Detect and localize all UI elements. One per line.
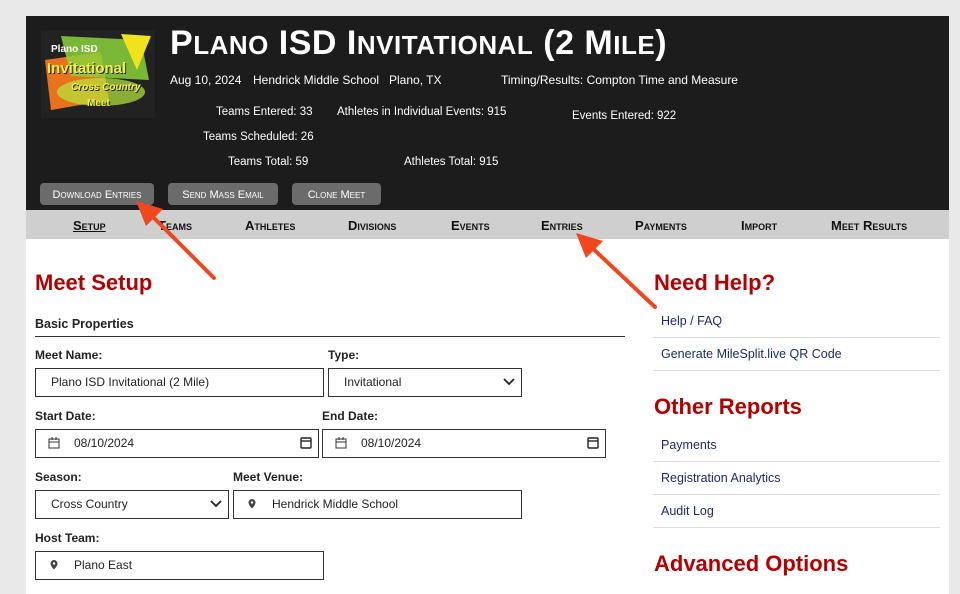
meet-venue-field[interactable]: Hendrick Middle School (233, 490, 522, 519)
calendar-icon (335, 430, 347, 457)
meet-name-field[interactable]: Plano ISD Invitational (2 Mile) (35, 368, 324, 397)
meet-header: Plano ISD Invitational Cross Country Mee… (26, 16, 949, 210)
end-date-field[interactable]: 08/10/2024 (322, 429, 606, 458)
tab-setup[interactable]: Setup (73, 210, 106, 239)
payments-report-link[interactable]: Payments (653, 429, 940, 462)
meet-nav: Setup Teams Athletes Divisions Events En… (26, 210, 949, 239)
registration-analytics-link[interactable]: Registration Analytics (653, 462, 940, 495)
meet-location: Plano, TX (389, 73, 442, 87)
meet-date: Aug 10, 2024 (170, 73, 242, 87)
season-value: Cross Country (51, 497, 128, 511)
tab-entries[interactable]: Entries (541, 210, 583, 239)
logo-text-1: Plano ISD (51, 44, 98, 55)
tab-athletes[interactable]: Athletes (245, 210, 295, 239)
meet-venue-value: Hendrick Middle School (272, 497, 399, 511)
meet-name-value: Plano ISD Invitational (2 Mile) (51, 375, 210, 389)
start-date-field[interactable]: 08/10/2024 (35, 429, 319, 458)
meet-logo: Plano ISD Invitational Cross Country Mee… (41, 30, 155, 118)
end-date-value: 08/10/2024 (361, 436, 422, 450)
end-date-label: End Date: (322, 409, 379, 423)
start-date-value: 08/10/2024 (74, 436, 135, 450)
advanced-options-heading: Advanced Options (654, 551, 849, 576)
help-faq-link[interactable]: Help / FAQ (653, 305, 940, 338)
meet-venue: Hendrick Middle School (253, 73, 380, 87)
calendar-picker-icon[interactable] (586, 430, 600, 457)
tab-events[interactable]: Events (451, 210, 490, 239)
meet-timing: Timing/Results: Compton Time and Measure (501, 73, 738, 87)
meet-venue-label: Meet Venue: (233, 470, 304, 484)
tab-meet-results[interactable]: Meet Results (831, 210, 907, 239)
qr-code-link[interactable]: Generate MileSplit.live QR Code (653, 338, 940, 371)
meet-title: PLANO ISD INVITATIONAL (2 MILE) (170, 24, 668, 62)
host-team-value: Plano East (74, 558, 133, 572)
start-date-label: Start Date: (35, 409, 96, 423)
download-entries-button[interactable]: Download Entries (40, 183, 154, 205)
host-team-field[interactable]: Plano East (35, 551, 324, 580)
type-select[interactable]: Invitational (328, 368, 522, 397)
other-reports-heading: Other Reports (654, 394, 802, 419)
audit-log-link[interactable]: Audit Log (653, 495, 940, 528)
divider (35, 336, 625, 337)
page-frame: Plano ISD Invitational Cross Country Mee… (26, 16, 949, 594)
stat-teams-entered: Teams Entered: 33 (216, 106, 313, 118)
stat-teams-scheduled: Teams Scheduled: 26 (203, 131, 314, 143)
season-select[interactable]: Cross Country (35, 490, 229, 519)
map-marker-icon (246, 491, 258, 518)
calendar-icon (48, 430, 60, 457)
stat-athletes-individual: Athletes in Individual Events: 915 (337, 106, 507, 118)
logo-text-3: Cross Country (71, 82, 141, 93)
tab-payments[interactable]: Payments (635, 210, 687, 239)
meet-setup-heading: Meet Setup (35, 270, 153, 295)
type-value: Invitational (344, 375, 402, 389)
stat-events-entered: Events Entered: 922 (572, 110, 677, 122)
stat-teams-total: Teams Total: 59 (228, 156, 309, 168)
season-label: Season: (35, 470, 82, 484)
host-team-label: Host Team: (35, 531, 100, 545)
logo-text-4: Meet (87, 98, 110, 109)
tab-divisions[interactable]: Divisions (348, 210, 396, 239)
type-label: Type: (328, 348, 360, 362)
basic-properties-heading: Basic Properties (35, 317, 134, 331)
logo-text-2: Invitational (47, 60, 127, 77)
tab-import[interactable]: Import (741, 210, 777, 239)
send-mass-email-button[interactable]: Send Mass Email (168, 183, 278, 205)
tab-teams[interactable]: Teams (158, 210, 192, 239)
need-help-heading: Need Help? (654, 270, 776, 295)
chevron-down-icon (209, 491, 223, 518)
chevron-down-icon (502, 369, 516, 396)
clone-meet-button[interactable]: Clone Meet (292, 183, 381, 205)
meet-name-label: Meet Name: (35, 348, 103, 362)
calendar-picker-icon[interactable] (299, 430, 313, 457)
stat-athletes-total: Athletes Total: 915 (404, 156, 499, 168)
map-marker-icon (48, 552, 60, 579)
